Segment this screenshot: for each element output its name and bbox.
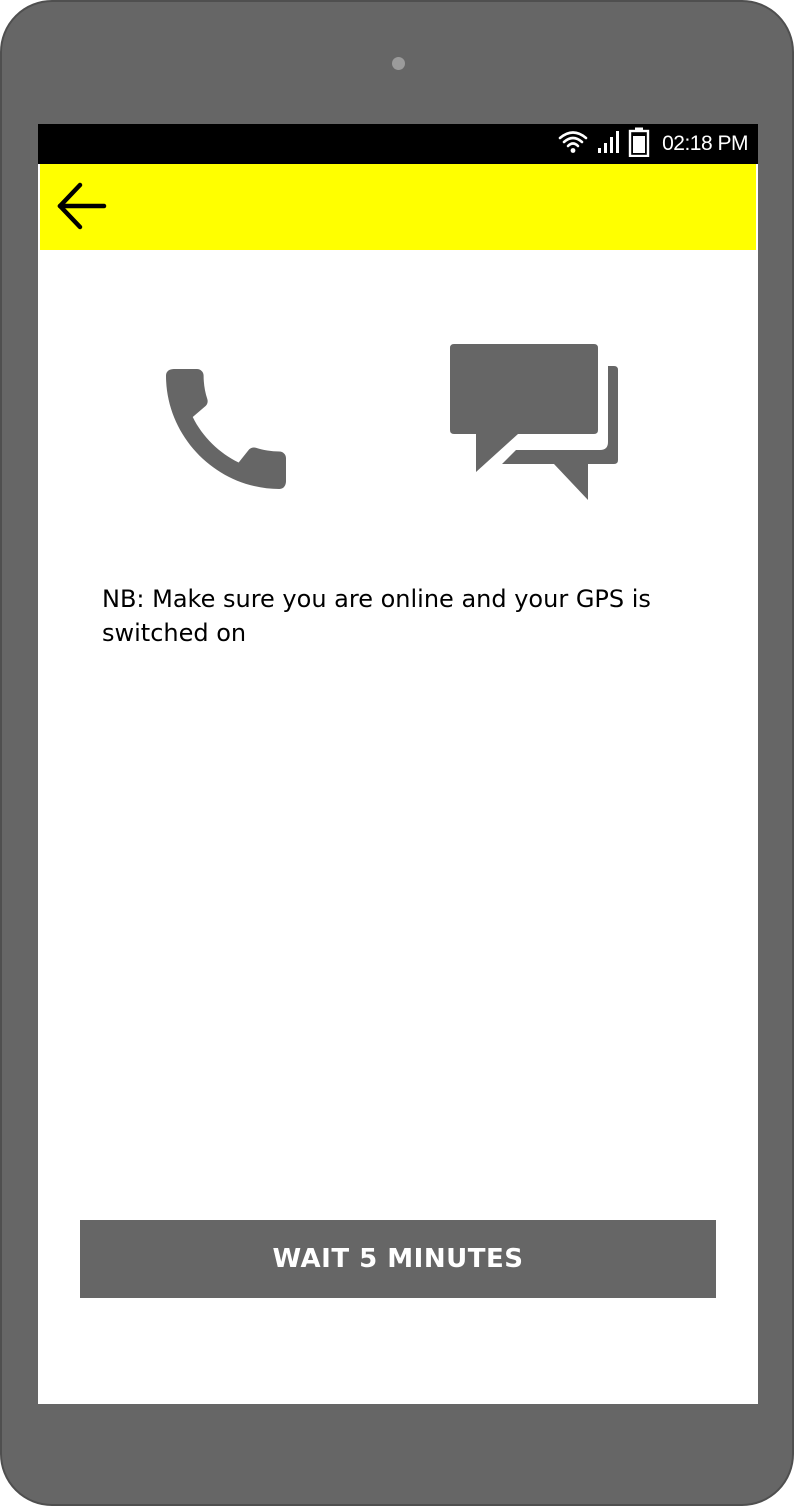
- call-button[interactable]: [146, 349, 306, 509]
- gps-notice: NB: Make sure you are online and your GP…: [102, 585, 651, 647]
- status-time: 02:18 PM: [662, 132, 748, 155]
- front-camera: [392, 57, 405, 70]
- device-frame: 02:18 PM NB: Make sure you are online an…: [0, 0, 794, 1506]
- phone-screen: 02:18 PM NB: Make sure you are online an…: [38, 124, 758, 1404]
- phone-icon: [146, 369, 306, 513]
- back-button[interactable]: [54, 182, 110, 234]
- signal-icon: [596, 130, 620, 159]
- wifi-icon: [558, 129, 588, 160]
- status-bar: 02:18 PM: [38, 124, 758, 164]
- battery-icon: [628, 127, 650, 162]
- chat-bubbles-icon: [448, 344, 620, 508]
- message-button[interactable]: [448, 342, 620, 504]
- arrow-left-icon: [56, 180, 108, 237]
- status-icons: 02:18 PM: [558, 124, 748, 164]
- wait-5-minutes-button[interactable]: WAIT 5 MINUTES: [80, 1220, 716, 1298]
- app-bar: [40, 164, 756, 250]
